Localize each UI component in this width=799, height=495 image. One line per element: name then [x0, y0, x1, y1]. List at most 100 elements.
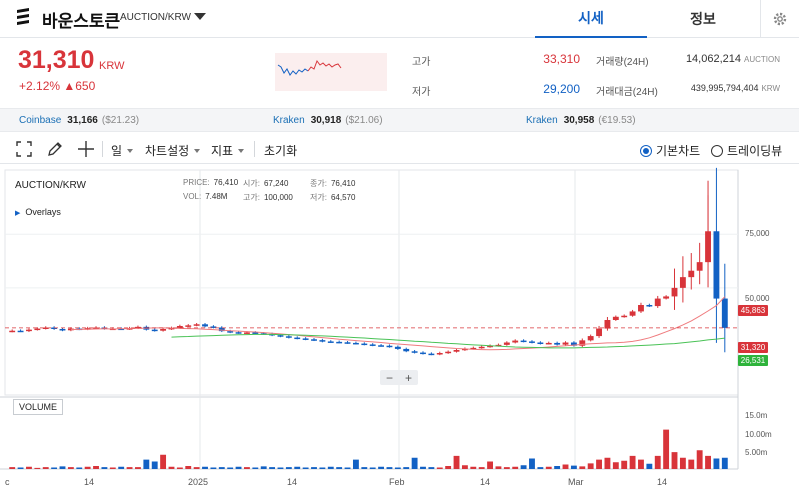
candle-body — [554, 342, 561, 345]
candle-body — [319, 340, 326, 342]
volume-bar — [679, 457, 686, 469]
exchange-coinbase[interactable]: Coinbase 31,166 ($21.23) — [19, 115, 139, 126]
candle-body — [629, 311, 636, 316]
volume-bar — [109, 467, 116, 469]
volume-bar — [688, 459, 695, 469]
volume-bar — [570, 465, 577, 469]
toolbar-divider — [102, 141, 103, 157]
volume-bar — [160, 454, 167, 469]
reset-button[interactable]: 초기화 — [264, 142, 297, 159]
volume-bar — [260, 466, 267, 469]
volume-bar — [369, 467, 376, 469]
candle-body — [352, 342, 359, 345]
candle-body — [160, 329, 167, 331]
volume-bar — [436, 467, 443, 469]
exchange-kraken-eur[interactable]: Kraken 30,958 (€19.53) — [526, 115, 636, 126]
x-tick: c — [5, 477, 10, 487]
price-change: +2.12% ▲650 — [19, 79, 96, 93]
price-chart[interactable]: AUCTION/KRW ▶ Overlays PRICE: 76,410 시가: 67… — [0, 165, 799, 495]
basic-chart-radio[interactable]: 기본차트 — [640, 142, 700, 159]
volume-bar — [579, 466, 586, 469]
candle-body — [403, 348, 410, 352]
ohlc-price: PRICE: 76,410 — [183, 178, 239, 187]
volume-bar — [470, 466, 477, 469]
candle-body — [512, 340, 519, 343]
crosshair-icon[interactable] — [76, 139, 96, 159]
volume-bar — [143, 459, 150, 469]
volume-bar — [93, 466, 99, 469]
volume-bar — [503, 467, 510, 469]
volume-bar — [311, 467, 317, 469]
candle-body — [277, 335, 284, 337]
tab-info[interactable]: 정보 — [647, 0, 759, 38]
zoom-out-icon[interactable]: − — [386, 371, 393, 385]
volume-bar — [269, 467, 276, 469]
volume-bar — [721, 457, 728, 469]
volume-bar — [629, 455, 636, 469]
candle-body — [663, 296, 670, 299]
volume-bar — [612, 462, 619, 469]
last-price-badge: 31,320 — [738, 342, 768, 353]
volume-bar — [428, 467, 435, 469]
chart-settings-menu[interactable]: 차트설정 — [145, 142, 201, 159]
high-label: 고가 — [412, 57, 431, 68]
candle-body — [420, 352, 426, 355]
exchange-kraken-usd[interactable]: Kraken 30,918 ($21.06) — [273, 115, 383, 126]
caret-down-icon[interactable] — [194, 13, 206, 20]
volume-bar — [135, 467, 141, 469]
candle-body — [529, 341, 535, 343]
volume-bar — [671, 452, 678, 469]
volume-bar — [646, 463, 653, 469]
zoom-in-icon[interactable]: + — [405, 371, 412, 385]
price-unit: KRW — [99, 60, 125, 72]
volume-bar — [554, 466, 561, 469]
candlestick-chart-canvas[interactable] — [0, 165, 799, 495]
candle-body — [386, 345, 393, 348]
volume-bar — [84, 466, 91, 469]
coin-name: 바운스토큰 — [42, 12, 121, 31]
volume-bar — [663, 429, 670, 469]
candle-body — [604, 320, 611, 329]
volume-bar — [151, 461, 158, 469]
volume-bar — [386, 467, 393, 469]
candle-body — [520, 340, 527, 343]
candle-body — [244, 332, 250, 334]
candle-body — [9, 330, 16, 333]
pencil-icon[interactable] — [45, 139, 65, 159]
volume-bar — [51, 467, 58, 469]
volume-bar — [713, 458, 720, 469]
candle-body — [688, 270, 695, 278]
volume-y-tick: 15.0m — [745, 411, 768, 420]
zoom-control[interactable]: − + — [380, 370, 418, 385]
candle-body — [596, 328, 602, 337]
candle-body — [193, 324, 200, 326]
volume-bar — [512, 466, 519, 469]
volume-bar — [118, 466, 125, 469]
candle-body — [311, 339, 317, 341]
gear-icon[interactable] — [760, 0, 799, 38]
volume-bar — [42, 467, 49, 469]
indicators-menu[interactable]: 지표 — [211, 142, 245, 159]
volume-bar — [67, 467, 74, 469]
exchange-prices-bar: Coinbase 31,166 ($21.23) Kraken 30,918 ($21.… — [0, 108, 799, 132]
volume-bar — [705, 455, 711, 469]
y-tick: 50,000 — [745, 294, 770, 303]
tab-price[interactable]: 시세 — [535, 0, 647, 38]
tradingview-radio[interactable]: 트레이딩뷰 — [711, 142, 782, 159]
volume-bar — [487, 461, 493, 469]
candle-body — [503, 342, 510, 345]
candle-body — [336, 341, 343, 344]
candle-body — [17, 330, 24, 333]
overlays-toggle[interactable]: ▶ Overlays — [15, 207, 61, 217]
volume-bar — [453, 455, 460, 469]
ohlc-vol: VOL: 7.48M — [183, 192, 228, 201]
candle-body — [621, 315, 628, 318]
candle-body — [428, 353, 435, 356]
volume-bar — [227, 467, 234, 469]
fullscreen-icon[interactable] — [14, 139, 34, 159]
candle-body — [671, 287, 678, 297]
volume-bar — [344, 467, 351, 469]
interval-select[interactable]: 일 — [111, 142, 134, 159]
volume-bar — [17, 467, 24, 469]
volume-bar — [202, 466, 208, 469]
